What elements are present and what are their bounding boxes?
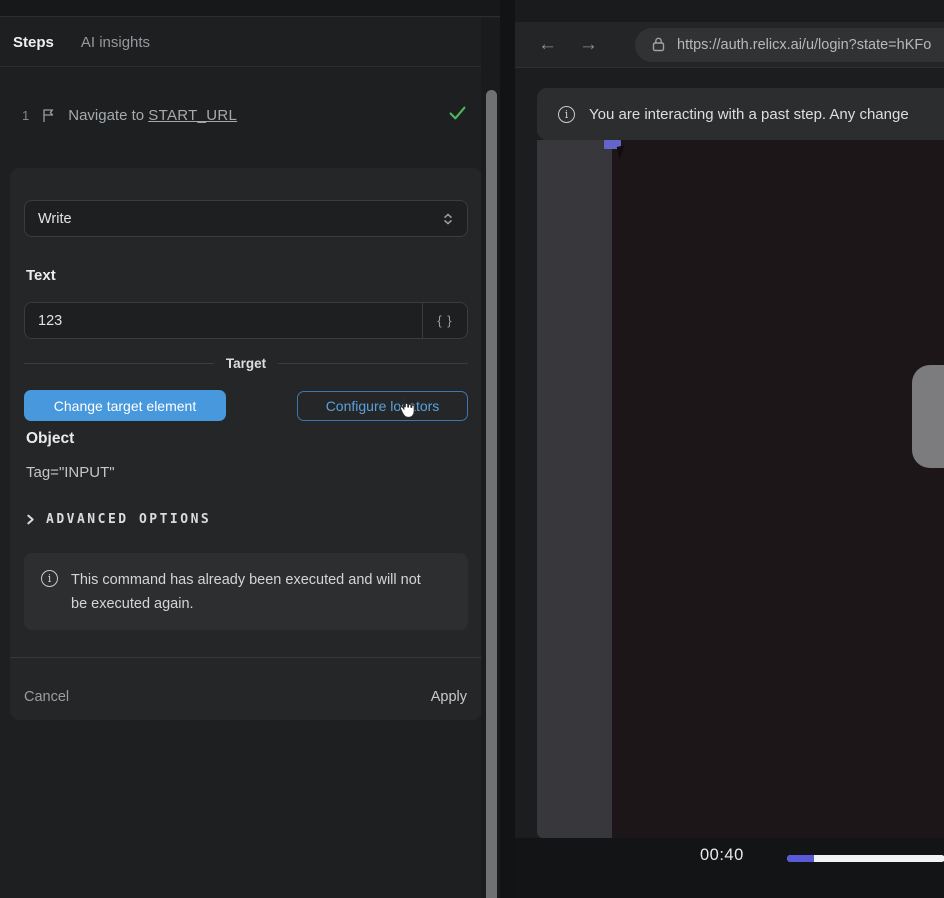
steps-scrollbar-thumb[interactable] xyxy=(486,90,497,898)
browser-toolbar: ← → https://auth.relicx.ai/u/login?state… xyxy=(515,22,944,68)
playback-progress-fill xyxy=(787,855,814,862)
side-scroll-handle[interactable] xyxy=(912,365,944,468)
advanced-options-toggle[interactable]: ADVANCED OPTIONS xyxy=(25,512,211,527)
past-step-banner-text: You are interacting with a past step. An… xyxy=(589,106,909,123)
browser-top-strip xyxy=(515,0,944,22)
panel-top-strip xyxy=(0,0,500,17)
advanced-options-label: ADVANCED OPTIONS xyxy=(46,512,211,527)
step-number: 1 xyxy=(22,108,29,123)
target-buttons-row: Change target element Configure locators xyxy=(24,390,468,422)
app-root: Steps AI insights 1 Navigate to START_UR… xyxy=(0,0,944,898)
tab-bar: Steps AI insights xyxy=(0,18,481,67)
recorded-page-screenshot xyxy=(537,140,944,838)
insert-variable-button[interactable]: { } xyxy=(422,303,467,338)
url-text: https://auth.relicx.ai/u/login?state=hKF… xyxy=(677,37,931,53)
success-check-icon xyxy=(449,106,466,125)
target-section-label: Target xyxy=(226,356,266,371)
step-row[interactable]: 1 Navigate to START_URL xyxy=(0,100,481,130)
step-description: Navigate to START_URL xyxy=(68,107,237,124)
select-updown-icon xyxy=(442,212,454,226)
cancel-button[interactable]: Cancel xyxy=(24,689,69,705)
step-editor-card: Write Text 123 { } Target Change target … xyxy=(10,168,482,720)
playback-progress-bar[interactable] xyxy=(787,855,944,862)
flag-icon xyxy=(42,108,55,123)
command-select[interactable]: Write xyxy=(24,200,468,237)
panel-divider xyxy=(500,0,515,898)
url-bar[interactable]: https://auth.relicx.ai/u/login?state=hKF… xyxy=(635,28,944,62)
text-field-label: Text xyxy=(26,267,56,284)
tab-steps[interactable]: Steps xyxy=(13,34,54,51)
recorded-page-sidebar xyxy=(537,140,612,838)
object-tag-value: Tag="INPUT" xyxy=(26,464,115,481)
back-icon[interactable]: ← xyxy=(538,35,557,54)
text-input-row: 123 { } xyxy=(24,302,468,339)
forward-icon[interactable]: → xyxy=(579,35,598,54)
recorded-cursor-icon xyxy=(617,145,628,159)
command-select-value: Write xyxy=(38,211,72,227)
lock-icon xyxy=(652,37,665,52)
browser-preview-panel: ← → https://auth.relicx.ai/u/login?state… xyxy=(515,0,944,898)
playback-time: 00:40 xyxy=(700,846,744,865)
chevron-right-icon xyxy=(25,514,36,525)
tab-ai-insights[interactable]: AI insights xyxy=(81,34,150,51)
replay-viewport: i You are interacting with a past step. … xyxy=(515,68,944,898)
divider-line xyxy=(24,363,214,364)
apply-button[interactable]: Apply xyxy=(431,689,467,705)
steps-panel: Steps AI insights 1 Navigate to START_UR… xyxy=(0,0,500,898)
steps-scrollbar-track xyxy=(481,18,500,898)
configure-locators-button[interactable]: Configure locators xyxy=(297,391,468,421)
info-icon: i xyxy=(558,106,575,123)
target-section-divider: Target xyxy=(24,356,468,371)
start-url-link[interactable]: START_URL xyxy=(148,107,237,124)
step-action-text: Navigate to xyxy=(68,107,144,124)
card-footer-divider xyxy=(10,657,482,658)
info-icon: i xyxy=(41,570,58,587)
object-label: Object xyxy=(26,430,74,448)
divider-line xyxy=(278,363,468,364)
already-executed-text: This command has already been executed a… xyxy=(71,568,434,630)
change-target-element-button[interactable]: Change target element xyxy=(24,390,226,421)
past-step-banner: i You are interacting with a past step. … xyxy=(537,88,944,140)
text-input[interactable]: 123 xyxy=(25,303,422,338)
already-executed-note: i This command has already been executed… xyxy=(24,553,468,630)
